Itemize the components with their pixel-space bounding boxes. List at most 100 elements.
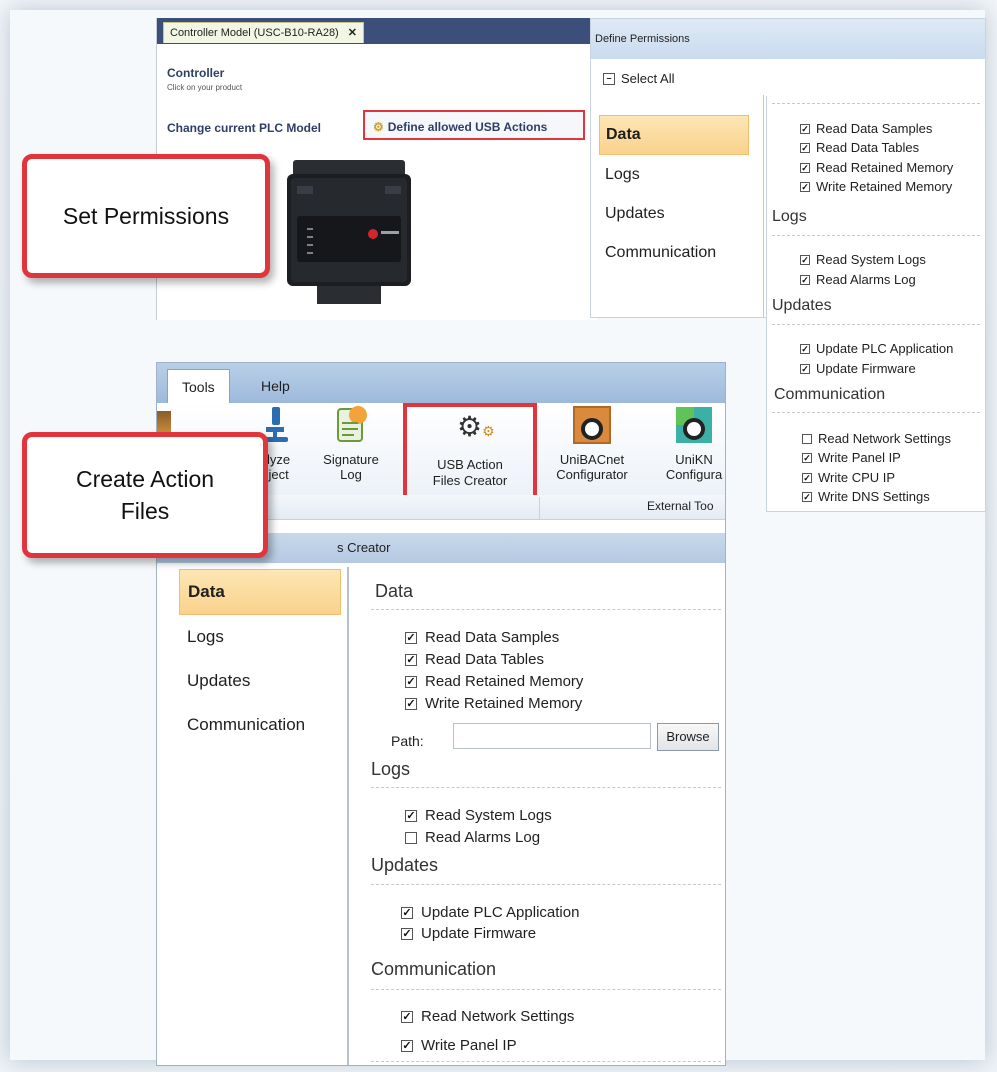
tab-help[interactable]: Help	[247, 369, 304, 403]
callout-create-line1: Create Action	[75, 466, 215, 492]
creator-section-communication: Communication	[371, 959, 497, 979]
checkbox[interactable]: ✓	[405, 697, 417, 710]
perm-write-dns-settings[interactable]: ✓ Write DNS Settings	[802, 489, 930, 504]
creator-write-retained-memory[interactable]: ✓ Write Retained Memory	[405, 695, 582, 712]
checkbox[interactable]	[405, 831, 417, 844]
category-data[interactable]: Data	[599, 115, 749, 155]
divider	[772, 103, 980, 104]
creator-update-plc-application[interactable]: ✓ Update PLC Application	[401, 904, 579, 921]
divider	[371, 989, 721, 990]
checkbox-label: Read Alarms Log	[425, 829, 541, 846]
unibacnet-icon	[573, 406, 611, 444]
usb-action-files-creator-button[interactable]: ⚙⚙ USB Action Files Creator	[403, 403, 537, 507]
perm-update-firmware[interactable]: ✓ Update Firmware	[800, 361, 916, 376]
creator-read-data-samples[interactable]: ✓ Read Data Samples	[405, 629, 559, 646]
checkbox[interactable]: ✓	[800, 254, 810, 265]
checkbox[interactable]: ✓	[802, 452, 812, 463]
plc-device-image[interactable]	[287, 156, 411, 312]
path-input[interactable]	[453, 723, 651, 749]
checkbox[interactable]: ✓	[405, 675, 417, 688]
browse-button[interactable]: Browse	[657, 723, 719, 751]
callout-set-permissions: Set Permissions	[22, 154, 270, 278]
checkbox[interactable]: ✓	[800, 181, 810, 192]
signature-label-line1: Signature	[323, 452, 379, 467]
checkbox-label: Update PLC Application	[816, 341, 954, 356]
checkbox-label: Read System Logs	[816, 252, 926, 267]
section-updates: Updates	[772, 297, 832, 314]
perm-update-plc-application[interactable]: ✓ Update PLC Application	[800, 341, 953, 356]
uniknx-configurator-button[interactable]: UniKN Configura	[649, 405, 725, 482]
checkbox[interactable]: ✓	[800, 363, 810, 374]
select-all-label: Select All	[621, 71, 675, 86]
perm-write-panel-ip[interactable]: ✓ Write Panel IP	[802, 450, 901, 465]
signature-log-button[interactable]: Signature Log	[313, 405, 389, 482]
divider	[539, 497, 540, 519]
checkbox[interactable]: ✓	[405, 653, 417, 666]
divider	[772, 412, 980, 413]
creator-read-alarms-log[interactable]: Read Alarms Log	[405, 829, 540, 846]
checkbox-label: Read Data Tables	[816, 140, 920, 155]
creator-categories: Data Logs Updates Communication	[179, 569, 341, 747]
creator-category-updates[interactable]: Updates	[179, 659, 341, 703]
perm-read-data-samples[interactable]: ✓ Read Data Samples	[800, 121, 932, 136]
checkbox[interactable]: ✓	[401, 927, 413, 940]
select-all-checkbox[interactable]: – Select All	[603, 71, 674, 86]
uniknx-label-line2: Configura	[665, 467, 723, 482]
checkbox[interactable]: ✓	[401, 906, 413, 919]
checkbox[interactable]: ✓	[405, 809, 417, 822]
perm-write-cpu-ip[interactable]: ✓ Write CPU IP	[802, 470, 895, 485]
checkbox[interactable]: ✓	[800, 274, 810, 285]
checkbox-label: Write Retained Memory	[816, 179, 953, 194]
perm-read-data-tables[interactable]: ✓ Read Data Tables	[800, 140, 919, 155]
creator-read-retained-memory[interactable]: ✓ Read Retained Memory	[405, 673, 583, 690]
checkbox[interactable]: ✓	[405, 631, 417, 644]
checkbox[interactable]: ✓	[800, 142, 810, 153]
checkbox[interactable]: ✓	[802, 472, 812, 483]
creator-read-data-tables[interactable]: ✓ Read Data Tables	[405, 651, 544, 668]
ribbon-tabs: Tools Help	[157, 363, 725, 404]
perm-read-retained-memory[interactable]: ✓ Read Retained Memory	[800, 160, 953, 175]
perm-read-system-logs[interactable]: ✓ Read System Logs	[800, 252, 926, 267]
perm-write-retained-memory[interactable]: ✓ Write Retained Memory	[800, 179, 952, 194]
creator-category-communication[interactable]: Communication	[179, 703, 341, 747]
callout-create-line2: Files	[120, 498, 170, 524]
checkbox-label: Read Network Settings	[421, 1008, 575, 1025]
creator-read-network-settings[interactable]: ✓ Read Network Settings	[401, 1008, 574, 1025]
category-updates[interactable]: Updates	[599, 195, 749, 233]
checkbox-label: Read Data Samples	[425, 629, 560, 646]
define-usb-actions-button[interactable]: ⚙ Define allowed USB Actions	[363, 110, 585, 140]
checkbox[interactable]: ✓	[800, 123, 810, 134]
checkbox-label: Read Alarms Log	[816, 272, 916, 287]
unibacnet-configurator-button[interactable]: UniBACnet Configurator	[547, 405, 637, 482]
checkbox[interactable]: ✓	[401, 1010, 413, 1023]
perm-read-alarms-log[interactable]: ✓ Read Alarms Log	[800, 272, 916, 287]
checkbox-label: Write Panel IP	[421, 1037, 517, 1054]
uniknx-label-line1: UniKN	[675, 452, 713, 467]
checkbox[interactable]: ✓	[401, 1039, 413, 1052]
change-plc-model-link[interactable]: Change current PLC Model	[167, 121, 321, 135]
category-logs[interactable]: Logs	[599, 156, 749, 194]
controller-model-tab[interactable]: Controller Model (USC-B10-RA28) ✕	[163, 22, 365, 43]
checkbox[interactable]: ✓	[802, 491, 812, 502]
creator-section-updates: Updates	[371, 855, 439, 875]
creator-category-data[interactable]: Data	[179, 569, 341, 615]
unibacnet-label-line1: UniBACnet	[559, 452, 625, 467]
divider	[772, 235, 980, 236]
creator-update-firmware[interactable]: ✓ Update Firmware	[401, 925, 536, 942]
close-icon[interactable]: ✕	[348, 27, 357, 39]
creator-read-system-logs[interactable]: ✓ Read System Logs	[405, 807, 552, 824]
divider	[347, 567, 349, 1065]
checkbox-label: Read Data Samples	[816, 121, 933, 136]
category-communication[interactable]: Communication	[599, 234, 749, 272]
tab-tools[interactable]: Tools	[167, 369, 230, 404]
creator-category-logs[interactable]: Logs	[179, 615, 341, 659]
perm-read-network-settings[interactable]: Read Network Settings	[802, 431, 951, 446]
checkbox-label: Update Firmware	[816, 361, 916, 376]
checkbox[interactable]	[802, 433, 812, 444]
checkbox[interactable]: ✓	[800, 343, 810, 354]
checkbox-label: Write DNS Settings	[818, 489, 930, 504]
select-all-box[interactable]: –	[603, 72, 615, 85]
checkbox[interactable]: ✓	[800, 162, 810, 173]
uniknx-icon	[676, 407, 712, 443]
creator-write-panel-ip[interactable]: ✓ Write Panel IP	[401, 1037, 517, 1054]
